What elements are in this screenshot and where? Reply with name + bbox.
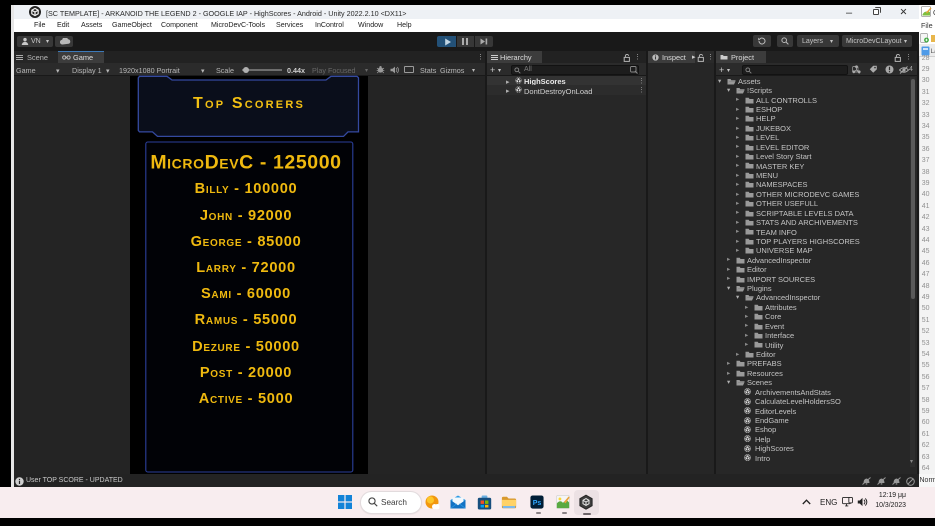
svg-text:Ps: Ps [533,500,542,507]
